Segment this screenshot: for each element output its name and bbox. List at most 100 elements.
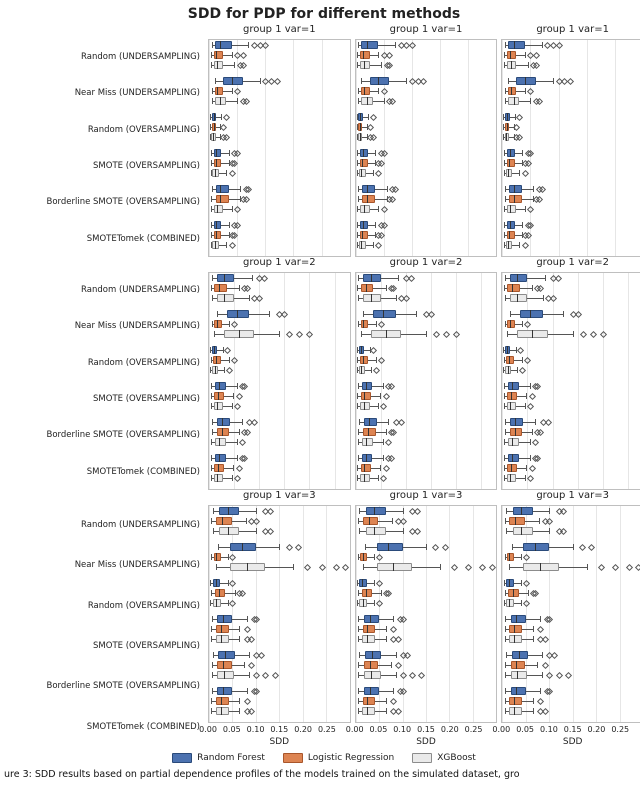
box-rf xyxy=(373,310,396,318)
box-rf xyxy=(507,221,515,229)
method-label: Random (OVERSAMPLING) xyxy=(4,588,204,624)
box-xgb xyxy=(506,169,513,177)
box-rf xyxy=(363,274,381,282)
legend-label: XGBoost xyxy=(437,753,476,763)
subplot xyxy=(208,272,351,490)
box-lr xyxy=(361,464,371,472)
legend-label: Logistic Regression xyxy=(308,753,394,763)
box-rf xyxy=(366,507,386,515)
box-rf xyxy=(508,382,519,390)
box-xgb xyxy=(214,205,224,213)
box-lr xyxy=(511,661,525,669)
method-label: Random (UNDERSAMPLING) xyxy=(4,272,204,308)
subplot-title: group 1 var=3 xyxy=(208,490,351,501)
box-lr xyxy=(217,428,230,436)
box-rf xyxy=(362,454,373,462)
method-labels: Random (UNDERSAMPLING) Near Miss (UNDERSA… xyxy=(4,505,204,747)
method-label: Random (UNDERSAMPLING) xyxy=(4,507,204,543)
box-lr xyxy=(213,356,221,364)
box-xgb xyxy=(364,671,380,679)
box-xgb xyxy=(360,474,370,482)
box-xgb xyxy=(509,707,522,715)
box-xgb xyxy=(507,474,517,482)
box-xgb xyxy=(214,474,224,482)
box-rf xyxy=(520,310,543,318)
box-lr xyxy=(507,159,515,167)
box-lr xyxy=(509,697,522,705)
box-rf xyxy=(227,310,250,318)
box-xgb xyxy=(509,635,522,643)
method-label: SMOTE (OVERSAMPLING) xyxy=(4,148,204,184)
swatch-xgb xyxy=(412,753,432,763)
box-rf xyxy=(509,185,522,193)
box-lr xyxy=(509,517,524,525)
box-rf xyxy=(215,454,226,462)
plot-area xyxy=(501,505,640,723)
box-xgb xyxy=(217,671,233,679)
box-lr xyxy=(217,661,231,669)
method-label: SMOTETomek (COMBINED) xyxy=(4,454,204,490)
box-lr xyxy=(360,553,367,561)
subplot: 0.000.050.100.150.200.25SDD xyxy=(208,505,351,747)
subplot: 0.000.050.100.150.200.25SDD xyxy=(501,505,640,747)
box-rf xyxy=(364,418,377,426)
subplot-title: group 1 var=1 xyxy=(208,24,351,35)
box-lr xyxy=(507,464,517,472)
box-lr xyxy=(214,159,222,167)
box-lr xyxy=(507,320,515,328)
box-rf xyxy=(360,221,368,229)
subplot xyxy=(355,272,498,490)
subplot-title: group 1 var=3 xyxy=(355,490,498,501)
box-xgb xyxy=(215,438,226,446)
boxplot-grid: group 1 var=1group 1 var=1group 1 var=1R… xyxy=(4,24,640,747)
box-lr xyxy=(216,697,229,705)
method-label: SMOTE (OVERSAMPLING) xyxy=(4,628,204,664)
box-lr xyxy=(363,428,376,436)
box-xgb xyxy=(366,527,386,535)
box-lr xyxy=(506,356,514,364)
box-xgb xyxy=(513,527,533,535)
subplot-title: group 1 var=1 xyxy=(501,24,640,35)
box-rf xyxy=(508,454,519,462)
box-rf xyxy=(215,41,232,49)
box-lr xyxy=(508,87,516,95)
box-lr xyxy=(510,428,523,436)
method-label: Near Miss (UNDERSAMPLING) xyxy=(4,75,204,111)
box-lr xyxy=(361,320,369,328)
box-lr xyxy=(215,87,223,95)
box-rf xyxy=(217,615,232,623)
subplot: 0.000.050.100.150.200.25SDD xyxy=(355,505,498,747)
box-rf xyxy=(223,77,243,85)
box-rf xyxy=(230,543,256,551)
subplot-title: group 1 var=2 xyxy=(501,257,640,268)
box-xgb xyxy=(362,438,373,446)
box-rf xyxy=(217,274,235,282)
method-label: Near Miss (UNDERSAMPLING) xyxy=(4,547,204,583)
box-lr xyxy=(363,517,378,525)
box-rf xyxy=(523,543,549,551)
box-rf xyxy=(508,41,525,49)
x-ticks: 0.000.050.100.150.200.25 xyxy=(208,725,351,737)
figure-title: SDD for PDP for different methods xyxy=(4,6,640,22)
box-rf xyxy=(219,507,239,515)
subplot xyxy=(501,39,640,257)
box-lr xyxy=(509,195,522,203)
box-xgb xyxy=(216,635,229,643)
box-lr xyxy=(214,231,222,239)
plot-area xyxy=(208,39,351,257)
box-rf xyxy=(512,651,528,659)
box-xgb xyxy=(511,671,527,679)
box-rf xyxy=(217,687,232,695)
box-lr xyxy=(507,284,520,292)
box-lr xyxy=(214,553,221,561)
box-lr xyxy=(214,51,224,59)
box-rf xyxy=(365,651,381,659)
method-label: Borderline SMOTE (OVERSAMPLING) xyxy=(4,184,204,220)
box-lr xyxy=(364,661,378,669)
box-xgb xyxy=(212,169,219,177)
method-label: Near Miss (UNDERSAMPLING) xyxy=(4,308,204,344)
box-rf xyxy=(510,418,523,426)
box-xgb xyxy=(506,241,513,249)
method-label: SMOTETomek (COMBINED) xyxy=(4,221,204,257)
box-lr xyxy=(361,392,371,400)
